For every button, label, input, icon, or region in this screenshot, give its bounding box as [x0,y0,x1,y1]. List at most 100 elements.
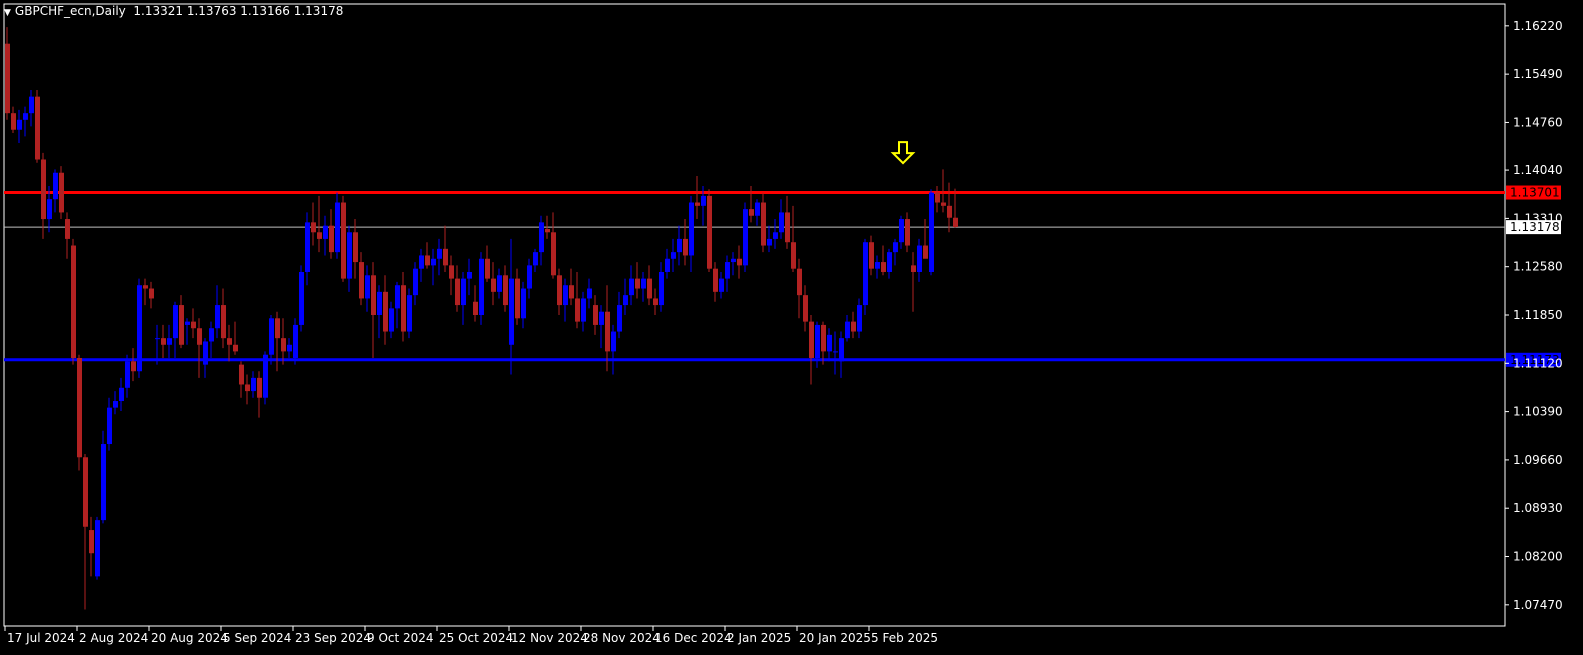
candle-body [731,258,736,263]
x-tick-label: 20 Jan 2025 [799,631,871,645]
x-tick-label: 25 Oct 2024 [439,631,513,645]
candle-body [707,195,712,269]
candle [827,328,832,362]
y-tick-label: 1.07470 [1513,598,1563,612]
candle-body [143,285,148,289]
candle [575,271,580,329]
y-tick-label: 1.08200 [1513,550,1563,564]
candle-body [173,305,178,339]
candle [317,195,322,253]
candle-body [191,321,196,329]
candle-body [791,242,796,269]
candle [101,430,106,524]
candle [455,265,460,312]
y-tick-label: 1.10390 [1513,405,1563,419]
candle-body [803,295,808,322]
candle [737,245,742,279]
candle-body [185,321,190,325]
candle [281,318,286,365]
candle-body [221,305,226,339]
y-tick-label: 1.13310 [1513,211,1563,225]
candle [137,278,142,378]
candle-body [827,334,832,352]
candle-body [929,192,934,272]
candle [347,225,352,292]
candle-body [95,520,100,577]
candle [467,258,472,296]
candle-body [629,278,634,296]
y-tick-label: 1.12580 [1513,260,1563,274]
candle-body [683,238,688,256]
candle-body [893,242,898,253]
candle-body [305,222,310,272]
candle [419,248,424,282]
candle-body [713,268,718,292]
candle [407,288,412,339]
candle-body [371,275,376,315]
candle-body [287,344,292,352]
candle [743,202,748,272]
candle-body [293,324,298,359]
candle [449,255,454,296]
candle [377,285,382,339]
candle-body [257,377,262,398]
candle-body [953,217,958,227]
candle [431,248,436,286]
candle [767,225,772,253]
candle-body [839,338,844,362]
candle-body [557,275,562,306]
candle [383,275,388,345]
candle [461,271,466,325]
candle [479,252,484,325]
candle-body [407,295,412,332]
candle-body [611,331,616,352]
candle-body [779,212,784,233]
candle [503,265,508,312]
x-tick-label: 5 Sep 2024 [223,631,291,645]
down-arrow-icon [890,141,916,165]
candle-body [299,271,304,325]
candle [755,199,760,226]
candle [335,192,340,259]
candle [305,212,310,286]
candle [287,338,292,359]
candle-body [65,219,70,239]
candle-body [863,242,868,306]
candle [941,169,946,213]
candle-body [719,278,724,292]
candle [233,321,238,355]
candle-body [323,225,328,239]
candle [245,374,250,405]
candle [389,301,394,339]
candle-body [581,298,586,322]
candle-body [635,278,640,289]
candle-body [197,328,202,345]
candle-body [623,295,628,306]
candle [551,212,556,279]
candle [11,106,16,134]
candle-body [209,328,214,342]
candle-body [239,364,244,385]
candle-body [449,265,454,279]
candle-body [233,344,238,352]
candle-body [809,321,814,359]
candle-body [653,298,658,306]
candle-body [941,202,946,206]
candle-body [905,219,910,246]
candle [953,188,958,228]
candle [437,238,442,276]
candles [5,27,958,610]
candle [719,271,724,299]
candle [761,192,766,253]
candle [935,185,940,213]
candle-body [797,268,802,296]
candle-body [761,202,766,246]
candle [239,361,244,398]
candle [929,189,934,276]
dropdown-triangle-icon[interactable]: ▼ [4,8,11,18]
candle-body [149,288,154,299]
candle-body [605,311,610,352]
x-tick-label: 9 Oct 2024 [367,631,434,645]
candle [293,318,298,365]
candle-body [647,278,652,299]
